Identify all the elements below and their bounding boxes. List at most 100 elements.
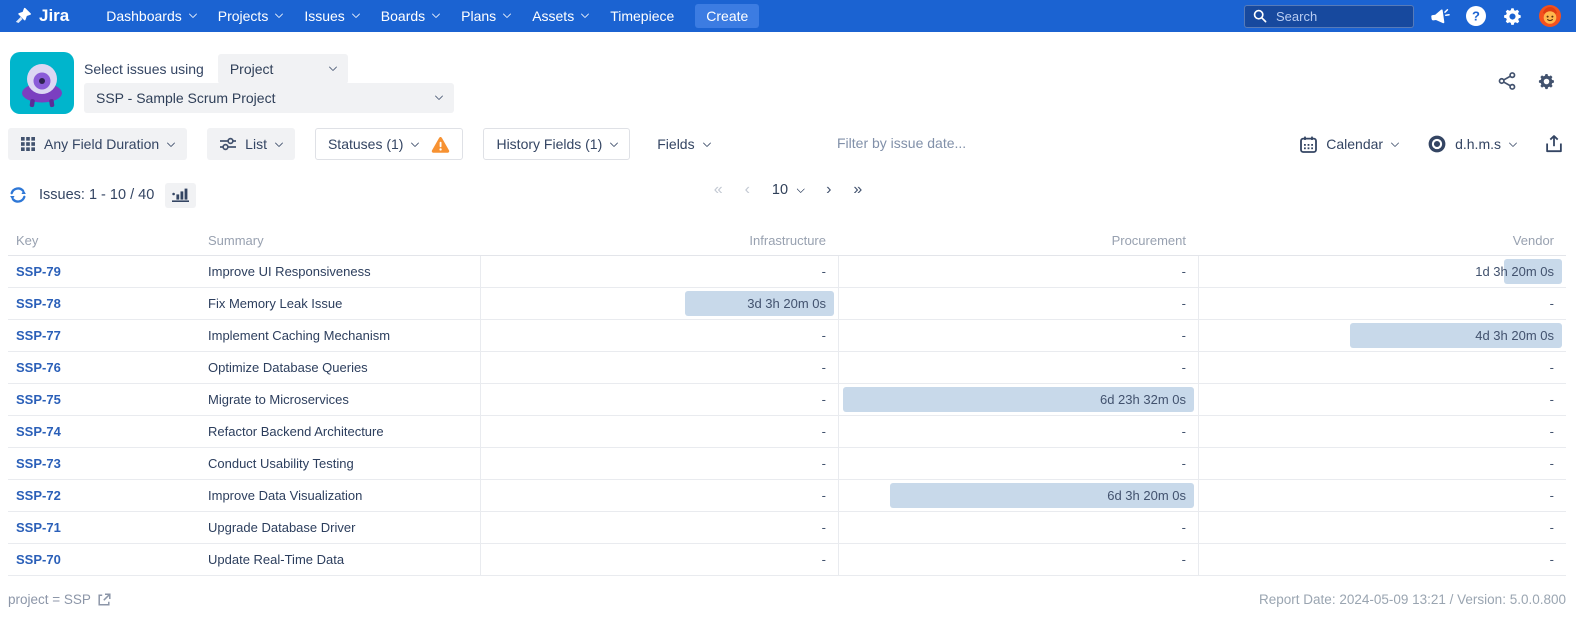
- issues-table: Key Summary Infrastructure Procurement V…: [8, 225, 1566, 576]
- issue-key-link[interactable]: SSP-72: [16, 488, 61, 503]
- nav-item-projects[interactable]: Projects: [207, 0, 294, 32]
- duration-value: -: [822, 424, 826, 439]
- column-header-procurement[interactable]: Procurement: [838, 233, 1198, 248]
- issue-key-link[interactable]: SSP-70: [16, 552, 61, 567]
- next-page-button[interactable]: ›: [826, 182, 831, 198]
- jql-filter-text: project = SSP: [8, 592, 91, 607]
- issue-key-link[interactable]: SSP-74: [16, 424, 61, 439]
- nav-item-boards[interactable]: Boards: [370, 0, 450, 32]
- export-button[interactable]: [1546, 135, 1562, 153]
- chart-view-button[interactable]: [165, 183, 196, 208]
- duration-value: -: [1182, 296, 1186, 311]
- calendar-dropdown[interactable]: Calendar: [1300, 136, 1398, 153]
- project-dropdown[interactable]: SSP - Sample Scrum Project: [84, 83, 454, 113]
- refresh-icon[interactable]: [8, 185, 28, 205]
- duration-value: -: [822, 552, 826, 567]
- issue-key-cell: SSP-78: [8, 288, 208, 319]
- global-search[interactable]: [1244, 5, 1414, 28]
- issue-summary-cell: Migrate to Microservices: [208, 384, 480, 415]
- table-row: SSP-70Update Real-Time Data---: [8, 544, 1566, 576]
- duration-type-dropdown[interactable]: Any Field Duration: [8, 128, 187, 160]
- toolbar-right: Calendar d.h.m.s: [1300, 128, 1562, 160]
- report-settings-gear-icon[interactable]: [1537, 72, 1556, 91]
- column-header-key[interactable]: Key: [8, 233, 208, 248]
- duration-value: -: [822, 488, 826, 503]
- vendor-duration-cell: -: [1198, 352, 1566, 383]
- jira-logo[interactable]: Jira: [13, 6, 69, 26]
- issue-key-link[interactable]: SSP-77: [16, 328, 61, 343]
- page-size-select[interactable]: 10: [772, 182, 804, 198]
- issue-summary-cell: Fix Memory Leak Issue: [208, 288, 480, 319]
- issue-key-cell: SSP-71: [8, 512, 208, 543]
- search-input[interactable]: [1274, 8, 1405, 25]
- issue-key-link[interactable]: SSP-73: [16, 456, 61, 471]
- column-header-infrastructure[interactable]: Infrastructure: [480, 233, 838, 248]
- duration-value: -: [1182, 328, 1186, 343]
- nav-item-label: Plans: [461, 8, 496, 24]
- project-value: SSP - Sample Scrum Project: [96, 90, 275, 106]
- issue-key-cell: SSP-76: [8, 352, 208, 383]
- report-toolbar: Any Field Duration List Statuses (1) His…: [8, 128, 1568, 162]
- issue-summary-cell: Optimize Database Queries: [208, 352, 480, 383]
- fields-dropdown[interactable]: Fields: [650, 128, 716, 160]
- nav-item-issues[interactable]: Issues: [293, 0, 369, 32]
- column-header-vendor[interactable]: Vendor: [1198, 233, 1566, 248]
- nav-item-timepiece[interactable]: Timepiece: [599, 0, 685, 32]
- column-header-summary[interactable]: Summary: [208, 233, 480, 248]
- nav-item-dashboards[interactable]: Dashboards: [95, 0, 207, 32]
- table-row: SSP-74Refactor Backend Architecture---: [8, 416, 1566, 448]
- share-button[interactable]: [1498, 72, 1516, 91]
- statuses-dropdown[interactable]: Statuses (1): [315, 128, 463, 160]
- infrastructure-duration-cell: -: [480, 512, 838, 543]
- svg-text:?: ?: [1472, 9, 1480, 24]
- app-window: Jira Dashboards Projects IssuesBoards Plans…: [0, 0, 1576, 618]
- prev-page-button[interactable]: ‹: [745, 182, 750, 198]
- chevron-down-icon: [1509, 139, 1517, 147]
- nav-item-label: Projects: [218, 8, 269, 24]
- help-icon[interactable]: ?: [1465, 5, 1487, 27]
- infrastructure-duration-cell: -: [480, 416, 838, 447]
- duration-value: -: [1182, 264, 1186, 279]
- issue-key-cell: SSP-75: [8, 384, 208, 415]
- source-mode-dropdown[interactable]: Project: [218, 54, 348, 84]
- issue-key-link[interactable]: SSP-76: [16, 360, 61, 375]
- settings-gear-icon[interactable]: [1502, 6, 1523, 27]
- history-fields-dropdown[interactable]: History Fields (1): [483, 128, 630, 160]
- procurement-duration-cell: -: [838, 416, 1198, 447]
- duration-value: -: [1550, 360, 1554, 375]
- table-header-row: Key Summary Infrastructure Procurement V…: [8, 225, 1566, 256]
- issue-key-link[interactable]: SSP-71: [16, 520, 61, 535]
- duration-value: -: [1550, 456, 1554, 471]
- last-page-button[interactable]: »: [853, 182, 862, 198]
- duration-value: -: [1550, 488, 1554, 503]
- calendar-label: Calendar: [1326, 136, 1383, 152]
- create-button[interactable]: Create: [695, 4, 759, 28]
- duration-value: -: [1550, 552, 1554, 567]
- issue-key-link[interactable]: SSP-78: [16, 296, 61, 311]
- nav-item-label: Assets: [532, 8, 574, 24]
- first-page-button[interactable]: «: [714, 182, 723, 198]
- user-avatar[interactable]: [1538, 4, 1562, 28]
- nav-item-assets[interactable]: Assets: [521, 0, 599, 32]
- issue-date-filter-input[interactable]: [835, 134, 1065, 152]
- chevron-down-icon: [189, 10, 197, 18]
- duration-value: -: [822, 520, 826, 535]
- view-mode-dropdown[interactable]: List: [207, 128, 295, 160]
- infrastructure-duration-cell: -: [480, 480, 838, 511]
- vendor-duration-cell: 1d 3h 20m 0s: [1198, 256, 1566, 287]
- warning-icon: [431, 136, 450, 153]
- table-body: SSP-79Improve UI Responsiveness--1d 3h 2…: [8, 256, 1566, 576]
- duration-format-dropdown[interactable]: d.h.m.s: [1428, 135, 1516, 153]
- issue-summary-cell: Refactor Backend Architecture: [208, 416, 480, 447]
- issue-key-link[interactable]: SSP-75: [16, 392, 61, 407]
- duration-value: -: [1182, 360, 1186, 375]
- procurement-duration-cell: -: [838, 320, 1198, 351]
- jql-filter-link[interactable]: project = SSP: [8, 592, 111, 607]
- duration-value: 6d 3h 20m 0s: [1107, 488, 1186, 503]
- vendor-duration-cell: -: [1198, 416, 1566, 447]
- view-mode-label: List: [245, 136, 267, 152]
- announcements-icon[interactable]: [1429, 7, 1450, 26]
- issue-key-link[interactable]: SSP-79: [16, 264, 61, 279]
- nav-item-plans[interactable]: Plans: [450, 0, 521, 32]
- procurement-duration-cell: -: [838, 256, 1198, 287]
